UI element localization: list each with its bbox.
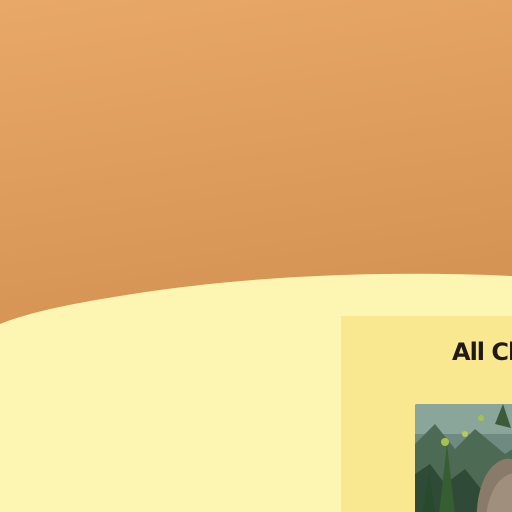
forest-scene-image[interactable] bbox=[415, 404, 512, 512]
all-content-card[interactable]: All Cl bbox=[341, 316, 512, 512]
card-title: All Cl bbox=[452, 338, 512, 366]
header-wave bbox=[0, 0, 512, 324]
